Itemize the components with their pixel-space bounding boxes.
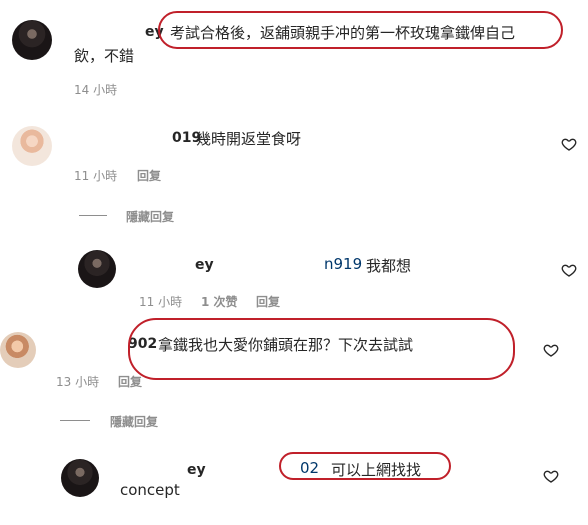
reply-button[interactable]: 回复 [118,373,142,390]
overlay-caption: concept [120,481,180,499]
comment-timestamp[interactable]: 13 小時 [56,373,99,390]
comment-text: 我都想 [366,257,412,275]
heart-icon[interactable] [543,342,559,358]
comment-timestamp[interactable]: 11 小時 [139,293,182,310]
replies-divider [60,420,90,421]
avatar[interactable] [0,332,36,368]
replies-divider [79,215,107,216]
heart-icon[interactable] [561,262,577,278]
hide-replies-button[interactable]: 隱藏回复 [126,208,174,225]
comment-text-continued: 飲，不錯 [74,47,135,65]
highlight-oval [158,11,563,49]
comment-timestamp[interactable]: 14 小時 [74,81,117,98]
likes-count[interactable]: 1 次赞 [201,293,238,310]
hide-replies-button[interactable]: 隱藏回复 [110,413,158,430]
reply-button[interactable]: 回复 [137,167,161,184]
mention-link[interactable]: n919 [324,255,362,273]
heart-icon[interactable] [543,468,559,484]
comment-username[interactable]: ey [187,462,206,478]
highlight-oval [128,318,515,380]
highlight-oval [279,452,451,480]
avatar[interactable] [12,126,52,166]
comment-text: 幾時開返堂食呀 [196,130,302,148]
comment-username[interactable]: ey [195,257,214,273]
avatar[interactable] [12,20,52,60]
avatar[interactable] [61,459,99,497]
reply-button[interactable]: 回复 [256,293,280,310]
comment-timestamp[interactable]: 11 小時 [74,167,117,184]
avatar[interactable] [78,250,116,288]
heart-icon[interactable] [561,136,577,152]
